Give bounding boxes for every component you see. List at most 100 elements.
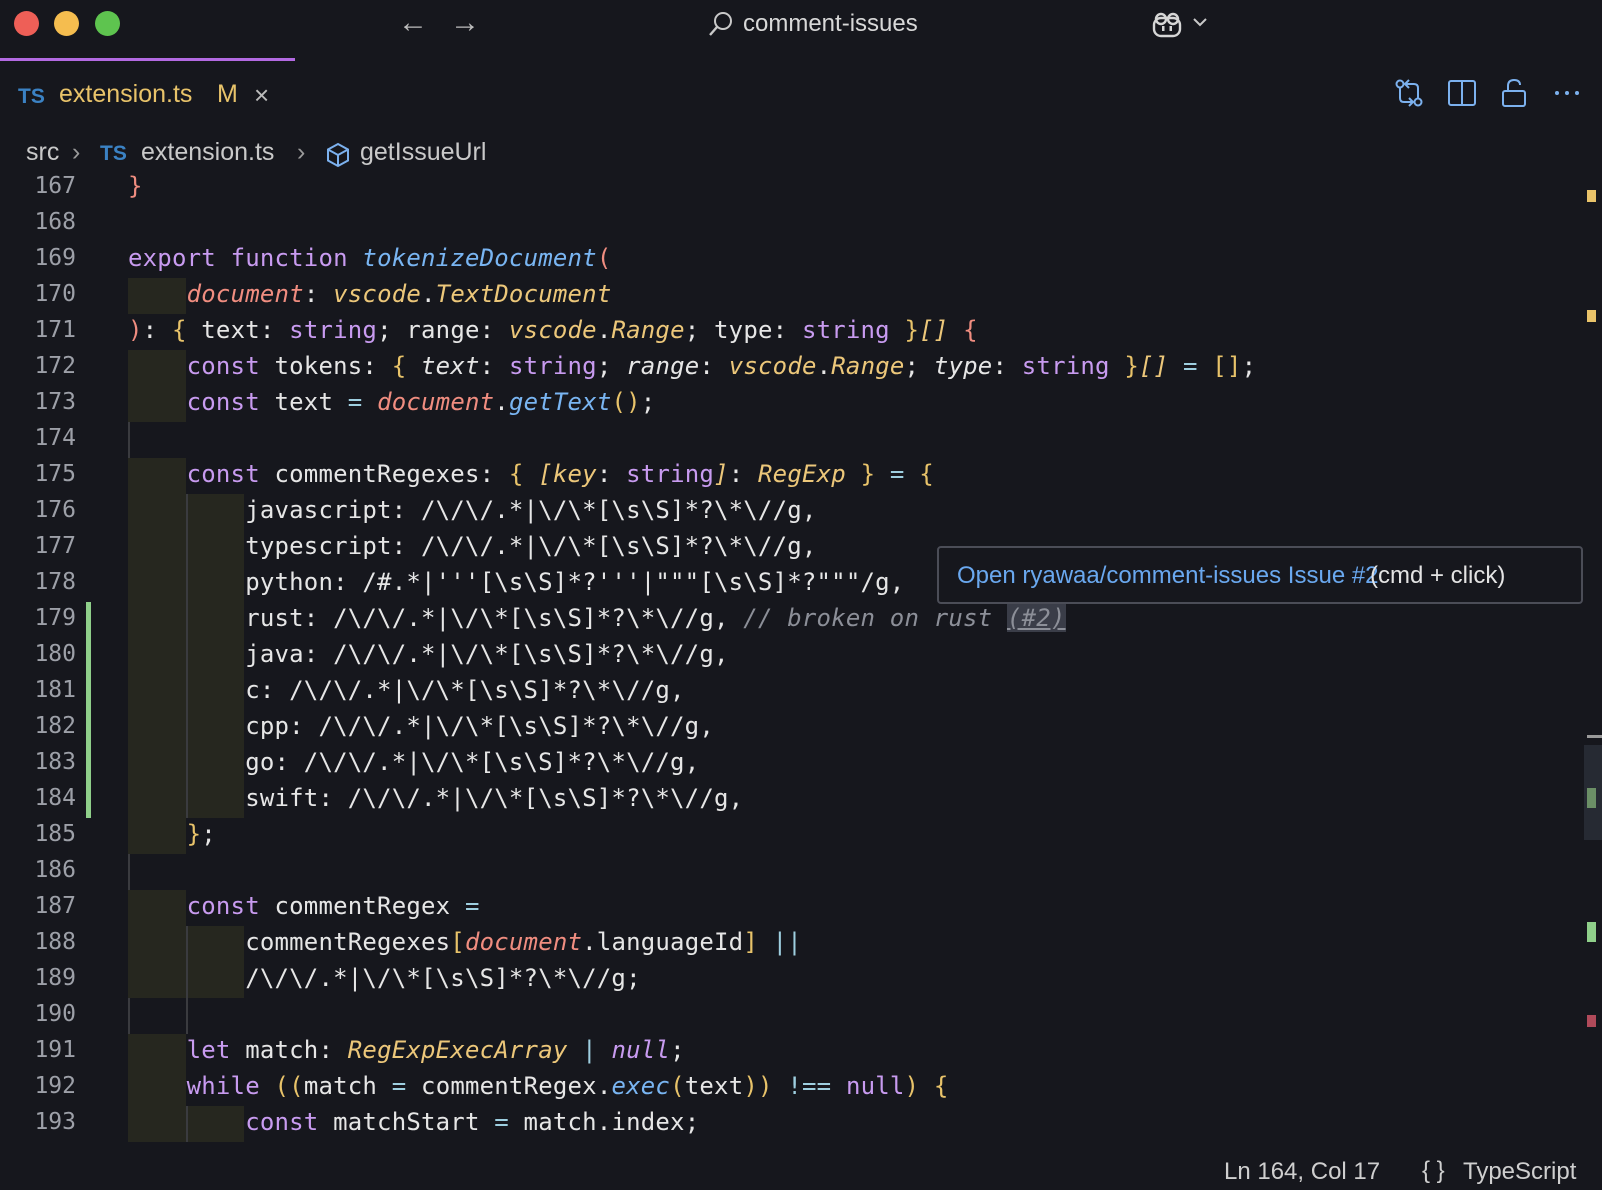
code-text: c: /\/\/.*|\/\*[\s\S]*?\*\//g, <box>128 676 685 704</box>
code-text: go: /\/\/.*|\/\*[\s\S]*?\*\//g, <box>128 748 700 776</box>
code-text: python: /#.*|'''[\s\S]*?'''|"""[\s\S]*?"… <box>128 568 905 596</box>
code-line: 170 document: vscode.TextDocument <box>0 278 1602 314</box>
code-text: } <box>128 172 143 200</box>
code-text: /\/\/.*|\/\*[\s\S]*?\*\//g; <box>245 964 641 992</box>
scrollbar-cursor-marker <box>1587 735 1602 738</box>
search-icon[interactable] <box>707 10 735 38</box>
issue-link[interactable]: (#2) <box>1006 604 1066 632</box>
line-number: 180 <box>34 641 76 667</box>
title-bar: ← → comment-issues <box>0 0 1602 54</box>
code-line: 168 <box>0 206 1602 242</box>
line-number: 192 <box>34 1073 76 1099</box>
added-line-marker[interactable] <box>86 638 91 674</box>
line-number: 177 <box>34 533 76 559</box>
line-number: 167 <box>34 173 76 199</box>
code-text: }; <box>186 820 216 848</box>
chevron-down-icon[interactable] <box>1190 12 1210 32</box>
code-text: const matchStart = match.index; <box>245 1108 700 1136</box>
code-line: 171 ): { text: string; range: vscode.Ran… <box>0 314 1602 350</box>
code-text: typescript: /\/\/.*|\/\*[\s\S]*?\*\//g, <box>128 532 817 560</box>
code-line: 175 const commentRegexes: { [key: string… <box>0 458 1602 494</box>
code-text: const text = document.getText(); <box>186 388 656 416</box>
breadcrumb: src › TS extension.ts › getIssueUrl <box>0 134 1602 174</box>
code-line: 182 cpp: /\/\/.*|\/\*[\s\S]*?\*\//g, <box>0 710 1602 746</box>
code-line: 183 go: /\/\/.*|\/\*[\s\S]*?\*\//g, <box>0 746 1602 782</box>
code-text: const commentRegexes: { [key: string]: R… <box>186 460 934 488</box>
line-number: 172 <box>34 353 76 379</box>
line-number: 179 <box>34 605 76 631</box>
code-line: 189 /\/\/.*|\/\*[\s\S]*?\*\//g; <box>0 962 1602 998</box>
line-number: 176 <box>34 497 76 523</box>
code-line: 167 } <box>0 170 1602 206</box>
active-tab-indicator <box>0 58 295 61</box>
chevron-right-icon: › <box>72 138 81 166</box>
code-line: 180 java: /\/\/.*|\/\*[\s\S]*?\*\//g, <box>0 638 1602 674</box>
code-line: 169 export function tokenizeDocument( <box>0 242 1602 278</box>
chevron-right-icon: › <box>297 138 306 166</box>
breadcrumb-symbol[interactable]: getIssueUrl <box>360 138 486 167</box>
code-editor[interactable]: 167 } 168 169 export function tokenizeDo… <box>0 170 1602 1154</box>
breadcrumb-file[interactable]: extension.ts <box>141 138 274 167</box>
language-mode[interactable]: TypeScript <box>1463 1158 1576 1186</box>
added-line-marker[interactable] <box>86 710 91 746</box>
code-text: const commentRegex = <box>186 892 480 920</box>
added-line-marker[interactable] <box>86 746 91 782</box>
modified-badge: M <box>217 80 238 108</box>
line-number: 186 <box>34 857 76 883</box>
line-number: 181 <box>34 677 76 703</box>
code-line: 192 while ((match = commentRegex.exec(te… <box>0 1070 1602 1106</box>
code-text: swift: /\/\/.*|\/\*[\s\S]*?\*\//g, <box>128 784 744 812</box>
scrollbar-marker[interactable] <box>1587 1015 1596 1027</box>
more-actions-icon[interactable] <box>1550 76 1584 110</box>
added-line-marker[interactable] <box>86 602 91 638</box>
zoom-window-button[interactable] <box>95 11 120 36</box>
code-line: 181 c: /\/\/.*|\/\*[\s\S]*?\*\//g, <box>0 674 1602 710</box>
open-issue-link[interactable]: Open ryawaa/comment-issues Issue #2 <box>957 562 1379 590</box>
close-tab-button[interactable]: × <box>254 80 269 111</box>
code-text: while ((match = commentRegex.exec(text))… <box>186 1072 949 1100</box>
open-changes-icon[interactable] <box>1392 76 1426 110</box>
split-editor-icon[interactable] <box>1445 76 1479 110</box>
line-number: 174 <box>34 425 76 451</box>
line-number: 178 <box>34 569 76 595</box>
tab-bar: TS extension.ts M × <box>0 58 1602 134</box>
minimize-window-button[interactable] <box>54 11 79 36</box>
code-text: cpp: /\/\/.*|\/\*[\s\S]*?\*\//g, <box>128 712 714 740</box>
code-line: 176 javascript: /\/\/.*|\/\*[\s\S]*?\*\/… <box>0 494 1602 530</box>
tab-extension-ts[interactable]: extension.ts <box>59 80 192 109</box>
scrollbar-marker[interactable] <box>1587 788 1596 808</box>
line-number: 185 <box>34 821 76 847</box>
line-number: 184 <box>34 785 76 811</box>
symbol-method-icon <box>327 142 349 168</box>
line-number: 170 <box>34 281 76 307</box>
code-text: const tokens: { text: string; range: vsc… <box>186 352 1257 380</box>
copilot-icon[interactable] <box>1150 10 1184 40</box>
added-line-marker[interactable] <box>86 782 91 818</box>
scrollbar-marker[interactable] <box>1587 922 1596 942</box>
cursor-position[interactable]: Ln 164, Col 17 <box>1224 1158 1380 1186</box>
typescript-file-icon: TS <box>100 142 127 165</box>
lock-icon[interactable] <box>1497 76 1531 110</box>
scrollbar-marker[interactable] <box>1587 310 1596 322</box>
code-line: 186 <box>0 854 1602 890</box>
close-window-button[interactable] <box>14 11 39 36</box>
line-number: 171 <box>34 317 76 343</box>
code-line: 172 const tokens: { text: string; range:… <box>0 350 1602 386</box>
code-text: javascript: /\/\/.*|\/\*[\s\S]*?\*\//g, <box>128 496 817 524</box>
code-line: 190 <box>0 998 1602 1034</box>
line-number: 183 <box>34 749 76 775</box>
arrow-left-icon[interactable]: ← <box>398 8 428 38</box>
line-number: 175 <box>34 461 76 487</box>
typescript-file-icon: TS <box>18 85 45 108</box>
code-text: rust: /\/\/.*|\/\*[\s\S]*?\*\//g, // bro… <box>128 604 1066 632</box>
scrollbar-marker[interactable] <box>1587 190 1596 202</box>
code-line: 184 swift: /\/\/.*|\/\*[\s\S]*?\*\//g, <box>0 782 1602 818</box>
added-line-marker[interactable] <box>86 674 91 710</box>
tooltip-hint: (cmd + click) <box>1370 562 1506 589</box>
line-number: 191 <box>34 1037 76 1063</box>
breadcrumb-folder[interactable]: src <box>26 138 59 167</box>
code-text: export function tokenizeDocument( <box>128 244 612 272</box>
line-number: 188 <box>34 929 76 955</box>
window-title[interactable]: comment-issues <box>743 10 918 38</box>
arrow-right-icon[interactable]: → <box>450 8 480 38</box>
